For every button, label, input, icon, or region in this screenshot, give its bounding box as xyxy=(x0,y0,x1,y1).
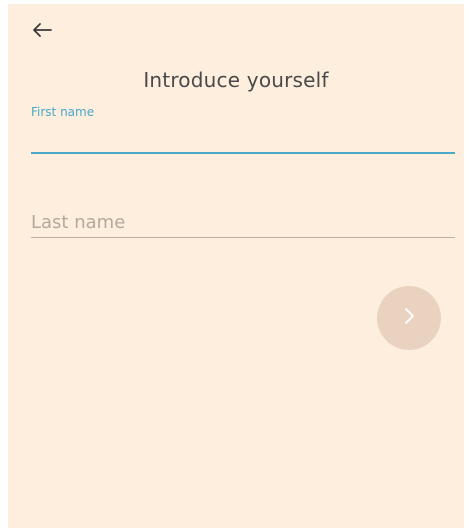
last-name-field[interactable] xyxy=(31,202,455,244)
next-button[interactable] xyxy=(377,286,441,350)
arrow-left-icon xyxy=(32,22,52,42)
back-button[interactable] xyxy=(28,20,56,44)
first-name-underline xyxy=(31,152,455,154)
first-name-label: First name xyxy=(31,105,95,119)
last-name-underline xyxy=(31,237,455,238)
last-name-input[interactable] xyxy=(31,208,455,236)
page-title: Introduce yourself xyxy=(143,68,329,92)
chevron-right-icon xyxy=(402,306,416,330)
first-name-input[interactable] xyxy=(31,122,455,152)
introduce-yourself-screen: Introduce yourself First name xyxy=(8,4,464,528)
first-name-field[interactable]: First name xyxy=(31,100,455,160)
